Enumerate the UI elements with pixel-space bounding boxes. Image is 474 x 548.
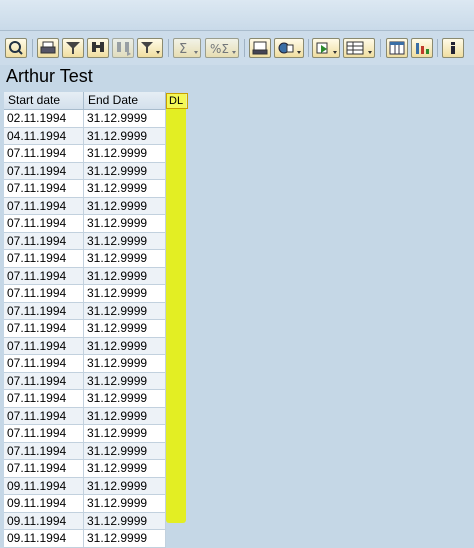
cell-start-date[interactable]: 07.11.1994 — [4, 267, 84, 285]
cell-start-date[interactable]: 07.11.1994 — [4, 425, 84, 443]
cell-start-date[interactable]: 04.11.1994 — [4, 127, 84, 145]
subtotal-icon: %Σ — [210, 42, 236, 56]
cell-start-date[interactable]: 07.11.1994 — [4, 355, 84, 373]
cell-end-date[interactable]: 31.12.9999 — [84, 390, 166, 408]
cell-end-date[interactable]: 31.12.9999 — [84, 162, 166, 180]
cell-start-date[interactable]: 07.11.1994 — [4, 302, 84, 320]
cell-start-date[interactable]: 07.11.1994 — [4, 285, 84, 303]
yellow-highlight-marker — [166, 93, 186, 523]
cell-start-date[interactable]: 07.11.1994 — [4, 320, 84, 338]
cell-start-date[interactable]: 07.11.1994 — [4, 442, 84, 460]
cell-end-date[interactable]: 31.12.9999 — [84, 215, 166, 233]
cell-end-date[interactable]: 31.12.9999 — [84, 267, 166, 285]
cell-start-date[interactable]: 07.11.1994 — [4, 372, 84, 390]
details-button[interactable] — [5, 38, 27, 58]
cell-end-date[interactable]: 31.12.9999 — [84, 285, 166, 303]
cell-end-date[interactable]: 31.12.9999 — [84, 320, 166, 338]
cell-end-date[interactable]: 31.12.9999 — [84, 495, 166, 513]
cell-end-date[interactable]: 31.12.9999 — [84, 355, 166, 373]
cell-start-date[interactable]: 07.11.1994 — [4, 460, 84, 478]
cell-end-date[interactable]: 31.12.9999 — [84, 250, 166, 268]
change-layout-icon — [389, 41, 405, 55]
cell-end-date[interactable]: 31.12.9999 — [84, 302, 166, 320]
info-button[interactable] — [442, 38, 464, 58]
cell-start-date[interactable]: 02.11.1994 — [4, 110, 84, 128]
cell-end-date[interactable]: 31.12.9999 — [84, 512, 166, 530]
set-filter-button[interactable] — [137, 38, 163, 58]
toolbar-separator — [308, 39, 309, 57]
cell-start-date[interactable]: 07.11.1994 — [4, 337, 84, 355]
cell-start-date[interactable]: 09.11.1994 — [4, 495, 84, 513]
set-filter-icon — [141, 42, 160, 54]
cell-end-date[interactable]: 31.12.9999 — [84, 180, 166, 198]
list-title: Arthur Test — [6, 66, 93, 86]
svg-text:%Σ: %Σ — [210, 42, 229, 56]
details-icon — [9, 41, 23, 55]
cell-start-date[interactable]: 07.11.1994 — [4, 162, 84, 180]
svg-text:Σ: Σ — [179, 42, 187, 57]
toolbar-separator — [32, 39, 33, 57]
info-icon — [451, 42, 455, 54]
alv-toolbar: Σ %Σ — [0, 31, 474, 65]
sum-button[interactable]: Σ — [173, 38, 201, 58]
cell-end-date[interactable]: 31.12.9999 — [84, 110, 166, 128]
find-icon — [92, 42, 104, 52]
spreadsheet-button[interactable] — [343, 38, 375, 58]
cell-start-date[interactable]: 07.11.1994 — [4, 407, 84, 425]
print-preview-button[interactable] — [249, 38, 271, 58]
cell-end-date[interactable]: 31.12.9999 — [84, 530, 166, 548]
cell-start-date[interactable]: 07.11.1994 — [4, 145, 84, 163]
cell-start-date[interactable]: 07.11.1994 — [4, 180, 84, 198]
filter-icon — [66, 42, 80, 54]
subtotal-button[interactable]: %Σ — [205, 38, 239, 58]
cell-start-date[interactable]: 07.11.1994 — [4, 390, 84, 408]
find-next-button[interactable] — [112, 38, 134, 58]
sum-icon: Σ — [179, 42, 198, 57]
cell-end-date[interactable]: 31.12.9999 — [84, 337, 166, 355]
abc-analysis-button[interactable] — [411, 38, 433, 58]
cell-start-date[interactable]: 09.11.1994 — [4, 512, 84, 530]
column-header-end-date[interactable]: End Date — [84, 92, 166, 110]
export-button[interactable] — [274, 38, 304, 58]
cell-start-date[interactable]: 07.11.1994 — [4, 250, 84, 268]
cell-end-date[interactable]: 31.12.9999 — [84, 197, 166, 215]
column-header-dl[interactable]: DL — [166, 93, 188, 109]
print-preview-icon — [252, 41, 268, 55]
print-button[interactable] — [37, 38, 59, 58]
cell-end-date[interactable]: 31.12.9999 — [84, 127, 166, 145]
cell-start-date[interactable]: 07.11.1994 — [4, 197, 84, 215]
print-icon — [40, 41, 56, 54]
cell-end-date[interactable]: 31.12.9999 — [84, 145, 166, 163]
cell-end-date[interactable]: 31.12.9999 — [84, 372, 166, 390]
export-icon — [278, 42, 301, 54]
column-header-start-date[interactable]: Start date — [4, 92, 84, 110]
cell-start-date[interactable]: 09.11.1994 — [4, 530, 84, 548]
filter-button[interactable] — [62, 38, 84, 58]
cell-end-date[interactable]: 31.12.9999 — [84, 232, 166, 250]
toolbar-separator — [168, 39, 169, 57]
cell-end-date[interactable]: 31.12.9999 — [84, 460, 166, 478]
cell-end-date[interactable]: 31.12.9999 — [84, 442, 166, 460]
abc-analysis-icon — [416, 43, 429, 54]
cell-end-date[interactable]: 31.12.9999 — [84, 425, 166, 443]
toolbar-separator — [437, 39, 438, 57]
send-button[interactable] — [312, 38, 340, 58]
find-button[interactable] — [87, 38, 109, 58]
cell-start-date[interactable]: 07.11.1994 — [4, 215, 84, 233]
cell-end-date[interactable]: 31.12.9999 — [84, 477, 166, 495]
spreadsheet-icon — [346, 41, 372, 55]
title-bar — [0, 0, 474, 31]
change-layout-button[interactable] — [386, 38, 408, 58]
cell-start-date[interactable]: 09.11.1994 — [4, 477, 84, 495]
find-next-icon — [117, 42, 131, 56]
toolbar-separator — [380, 39, 381, 57]
cell-end-date[interactable]: 31.12.9999 — [84, 407, 166, 425]
send-icon — [316, 42, 337, 54]
cell-start-date[interactable]: 07.11.1994 — [4, 232, 84, 250]
toolbar-separator — [244, 39, 245, 57]
